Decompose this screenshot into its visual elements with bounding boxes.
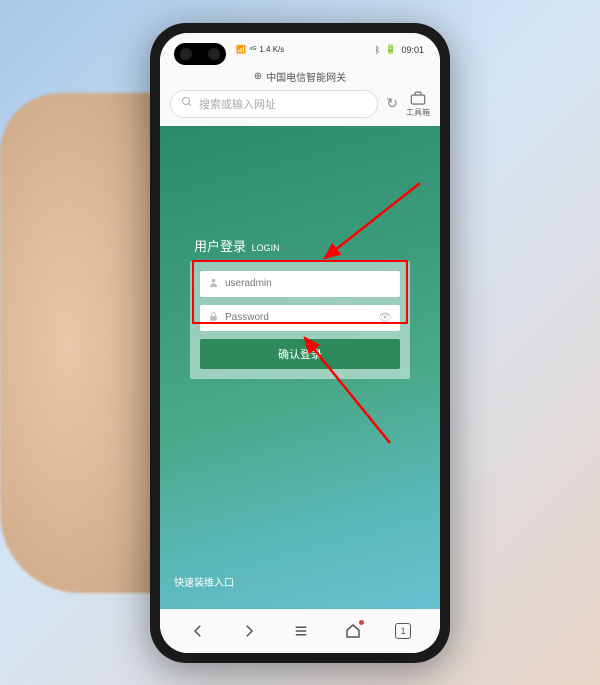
network-speed: 1.4 K/s — [259, 45, 284, 54]
user-icon — [208, 277, 219, 291]
login-card: 用户登录 LOGIN useradmin Password — [190, 236, 410, 379]
tab-count: 1 — [395, 623, 411, 639]
nav-forward-button[interactable] — [240, 622, 258, 640]
quick-install-link[interactable]: 快速装维入口 — [174, 574, 234, 589]
nav-back-button[interactable] — [189, 622, 207, 640]
browser-header: ⊕ 中国电信智能网关 搜索或输入网址 ↻ — [160, 63, 440, 126]
password-placeholder: Password — [225, 312, 372, 323]
search-icon — [181, 96, 193, 111]
login-title: 用户登录 LOGIN — [190, 236, 410, 255]
bluetooth-icon: ᛒ — [375, 45, 380, 55]
address-bar[interactable]: 搜索或输入网址 — [170, 90, 378, 118]
username-field[interactable]: useradmin — [200, 271, 400, 297]
4g-label: ⁴ᴳ — [249, 45, 256, 54]
bottom-nav: 1 — [160, 609, 440, 653]
toolbox-button[interactable]: 工具箱 — [406, 90, 430, 118]
address-placeholder: 搜索或输入网址 — [199, 96, 276, 112]
nav-menu-button[interactable] — [292, 622, 310, 640]
toggle-password-icon[interactable]: 👁 — [378, 311, 392, 324]
battery-icon: 🔋 — [385, 44, 396, 55]
nav-home-button[interactable] — [344, 622, 362, 640]
phone-screen: 📶 ⁴ᴳ 1.4 K/s ᛒ 🔋 09:01 ⊕ 中国电信智能网关 — [160, 33, 440, 653]
password-field[interactable]: Password 👁 — [200, 305, 400, 331]
toolbox-label: 工具箱 — [406, 107, 430, 118]
phone-frame: 📶 ⁴ᴳ 1.4 K/s ᛒ 🔋 09:01 ⊕ 中国电信智能网关 — [150, 23, 450, 663]
signal-icon: 📶 — [236, 45, 246, 54]
lock-icon: ⊕ — [254, 71, 262, 82]
clock: 09:01 — [401, 45, 424, 55]
camera-cutout — [174, 43, 226, 65]
notification-dot-icon — [359, 620, 364, 625]
page-content: 用户登录 LOGIN useradmin Password — [160, 126, 440, 609]
username-value: useradmin — [225, 278, 392, 289]
nav-tabs-button[interactable]: 1 — [395, 623, 411, 639]
login-submit-button[interactable]: 确认登录 — [200, 339, 400, 369]
lock-icon — [208, 311, 219, 325]
refresh-button[interactable]: ↻ — [384, 95, 400, 112]
page-title: 中国电信智能网关 — [266, 69, 346, 84]
